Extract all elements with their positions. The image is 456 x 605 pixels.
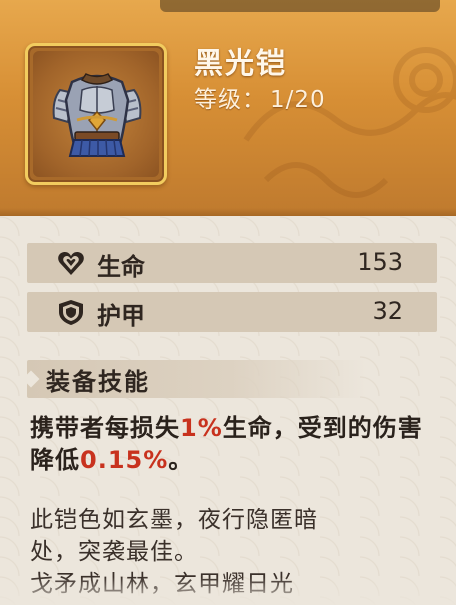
heart-icon (58, 252, 84, 275)
stat-label-armor: 护甲 (97, 302, 145, 330)
item-level-label: 等级： (194, 87, 266, 113)
skill-desc-text-3: 。 (168, 446, 194, 474)
skill-desc-text-1: 携带者每损失 (30, 414, 180, 442)
header-top-bar (160, 0, 440, 12)
lore-line-2: 处，突袭最佳。 (30, 539, 198, 565)
skill-title: 装备技能 (46, 368, 150, 396)
skill-description: 携带者每损失1%生命，受到的伤害降低0.15%。 (30, 412, 430, 476)
skill-desc-highlight-1: 1% (180, 414, 223, 442)
stat-row-health: 生命 153 (27, 243, 437, 283)
item-level-value: 1/20 (270, 87, 326, 113)
lore-fade-overlay (0, 577, 456, 605)
item-level: 等级： 1/20 (194, 80, 326, 114)
shield-icon (59, 300, 83, 325)
stat-row-armor: 护甲 32 (27, 292, 437, 332)
skill-desc-highlight-2: 0.15% (80, 446, 169, 474)
lore-line-1: 此铠色如玄墨，夜行隐匿暗 (30, 507, 318, 533)
stat-value-health: 153 (357, 248, 403, 276)
item-detail-card: 黑光铠 等级： 1/20 生命 153 护甲 32 装备技能 携带者每损失1%生命… (0, 0, 456, 605)
item-name: 黑光铠 (194, 46, 288, 80)
item-header: 黑光铠 等级： 1/20 (0, 0, 456, 216)
armor-chestplate-icon (52, 73, 142, 157)
stat-value-armor: 32 (372, 297, 403, 325)
stat-label-health: 生命 (97, 253, 145, 281)
item-icon-frame[interactable] (25, 43, 167, 185)
